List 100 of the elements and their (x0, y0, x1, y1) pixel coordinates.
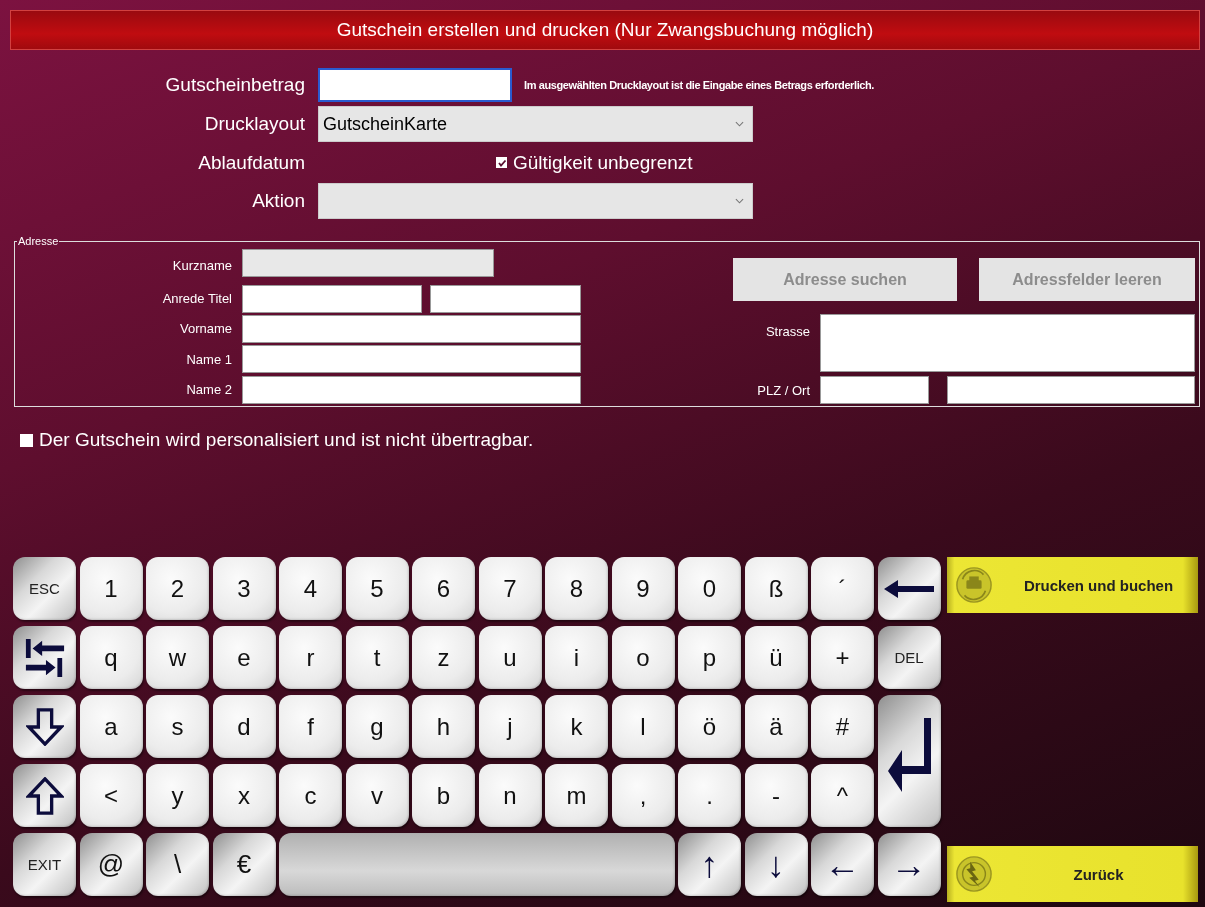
city-field[interactable] (947, 376, 1195, 404)
unlimited-checkbox[interactable]: Gültigkeit unbegrenzt (496, 151, 693, 174)
key[interactable]: z (412, 626, 475, 689)
field-label: Strasse (764, 323, 810, 339)
key[interactable]: m (545, 764, 608, 827)
backspace-key[interactable] (877, 557, 941, 620)
lightning-icon (955, 855, 993, 893)
key[interactable]: v (345, 764, 409, 827)
key[interactable]: ß (744, 557, 808, 620)
key[interactable]: + (811, 626, 874, 689)
postcode-field[interactable] (820, 376, 929, 404)
key[interactable]: k (545, 695, 608, 758)
key[interactable]: 2 (146, 557, 209, 620)
field-label: PLZ / Ort (756, 382, 810, 398)
function-key[interactable]: ESC (13, 557, 76, 620)
key[interactable]: ü (744, 626, 808, 689)
arrow-key[interactable]: ↓ (744, 833, 808, 896)
key[interactable]: ´ (811, 557, 874, 620)
key[interactable]: f (279, 695, 342, 758)
key[interactable]: i (545, 626, 608, 689)
symbol-key[interactable]: \ (146, 833, 209, 896)
key[interactable]: w (146, 626, 209, 689)
key[interactable]: d (212, 695, 276, 758)
name-field[interactable] (242, 375, 581, 404)
key[interactable]: 6 (412, 557, 475, 620)
field-label: Name 1 (185, 351, 232, 367)
key[interactable]: s (146, 695, 209, 758)
checkbox[interactable] (496, 157, 507, 168)
key[interactable]: 4 (279, 557, 342, 620)
group-legend: Adresse (17, 235, 60, 247)
key[interactable]: r (279, 626, 342, 689)
key[interactable]: t (345, 626, 409, 689)
up-arrow-icon (25, 776, 64, 815)
key[interactable]: n (478, 764, 542, 827)
key[interactable]: y (146, 764, 209, 827)
layout-dropdown[interactable]: GutscheinKarte (318, 106, 753, 142)
window-title: Gutschein erstellen und drucken (Nur Zwangsbuchung möglich) (10, 10, 1200, 50)
key[interactable]: 1 (79, 557, 143, 620)
key[interactable]: p (678, 626, 741, 689)
key[interactable]: 9 (611, 557, 675, 620)
key[interactable]: u (478, 626, 542, 689)
key[interactable]: . (678, 764, 741, 827)
key[interactable]: 3 (212, 557, 276, 620)
key[interactable]: x (212, 764, 276, 827)
key[interactable]: j (478, 695, 542, 758)
field-label: Ablaufdatum (197, 151, 305, 174)
amount-field[interactable] (318, 68, 512, 102)
left-arrow-icon (884, 578, 934, 599)
key[interactable]: g (345, 695, 409, 758)
down-arrow-icon (25, 707, 64, 746)
title-field[interactable] (430, 284, 581, 313)
key[interactable]: o (611, 626, 675, 689)
field-label: Vorname (178, 321, 232, 337)
arrow-key[interactable]: ← (811, 833, 874, 896)
key[interactable]: 7 (478, 557, 542, 620)
chevron-icon (735, 121, 744, 127)
salutation-field[interactable] (242, 284, 422, 313)
print-book-button[interactable]: Drucken und buchen (947, 557, 1198, 613)
key[interactable]: e (212, 626, 276, 689)
enter-key[interactable] (877, 695, 941, 827)
key[interactable]: - (744, 764, 808, 827)
first-name-field[interactable] (242, 315, 581, 343)
key[interactable]: h (412, 695, 475, 758)
printer-icon (955, 566, 993, 604)
key[interactable]: # (811, 695, 874, 758)
arrow-key[interactable]: ↑ (678, 833, 741, 896)
key[interactable]: ä (744, 695, 808, 758)
function-key[interactable]: DEL (877, 626, 941, 689)
key[interactable]: < (79, 764, 143, 827)
tab-key[interactable] (13, 626, 76, 689)
key[interactable]: ö (678, 695, 741, 758)
symbol-key[interactable]: @ (79, 833, 143, 896)
function-key[interactable]: EXIT (13, 833, 76, 896)
key[interactable]: q (79, 626, 143, 689)
checkbox[interactable] (20, 433, 33, 447)
key[interactable]: , (611, 764, 675, 827)
key[interactable]: 5 (345, 557, 409, 620)
field-label: Gutscheinbetrag (164, 74, 305, 96)
key[interactable]: a (79, 695, 143, 758)
key[interactable]: l (611, 695, 675, 758)
field-label: Anrede Titel (161, 291, 232, 307)
chevron-icon (735, 198, 744, 204)
hint-text: Im ausgewählten Drucklayout ist die Eingabe eines Betrags erforderlich. (524, 79, 874, 91)
shift-key[interactable] (13, 764, 76, 827)
field-label: Drucklayout (203, 113, 305, 135)
field-label: Kurzname (171, 258, 232, 274)
field-label: Aktion (251, 190, 305, 212)
arrow-key[interactable]: → (877, 833, 941, 896)
key[interactable]: 8 (545, 557, 608, 620)
key[interactable]: 0 (678, 557, 741, 620)
key[interactable]: ^ (811, 764, 874, 827)
tab-arrows-icon (23, 636, 66, 679)
key[interactable]: c (279, 764, 342, 827)
back-button[interactable]: Zurück (947, 846, 1198, 902)
name-field[interactable] (242, 345, 581, 374)
down-key[interactable] (13, 695, 76, 758)
personalized-checkbox[interactable]: Der Gutschein wird personalisiert und ist nicht übertragbar. (20, 429, 1200, 451)
key[interactable]: b (412, 764, 475, 827)
symbol-key[interactable]: € (212, 833, 276, 896)
street-field[interactable] (820, 314, 1195, 372)
